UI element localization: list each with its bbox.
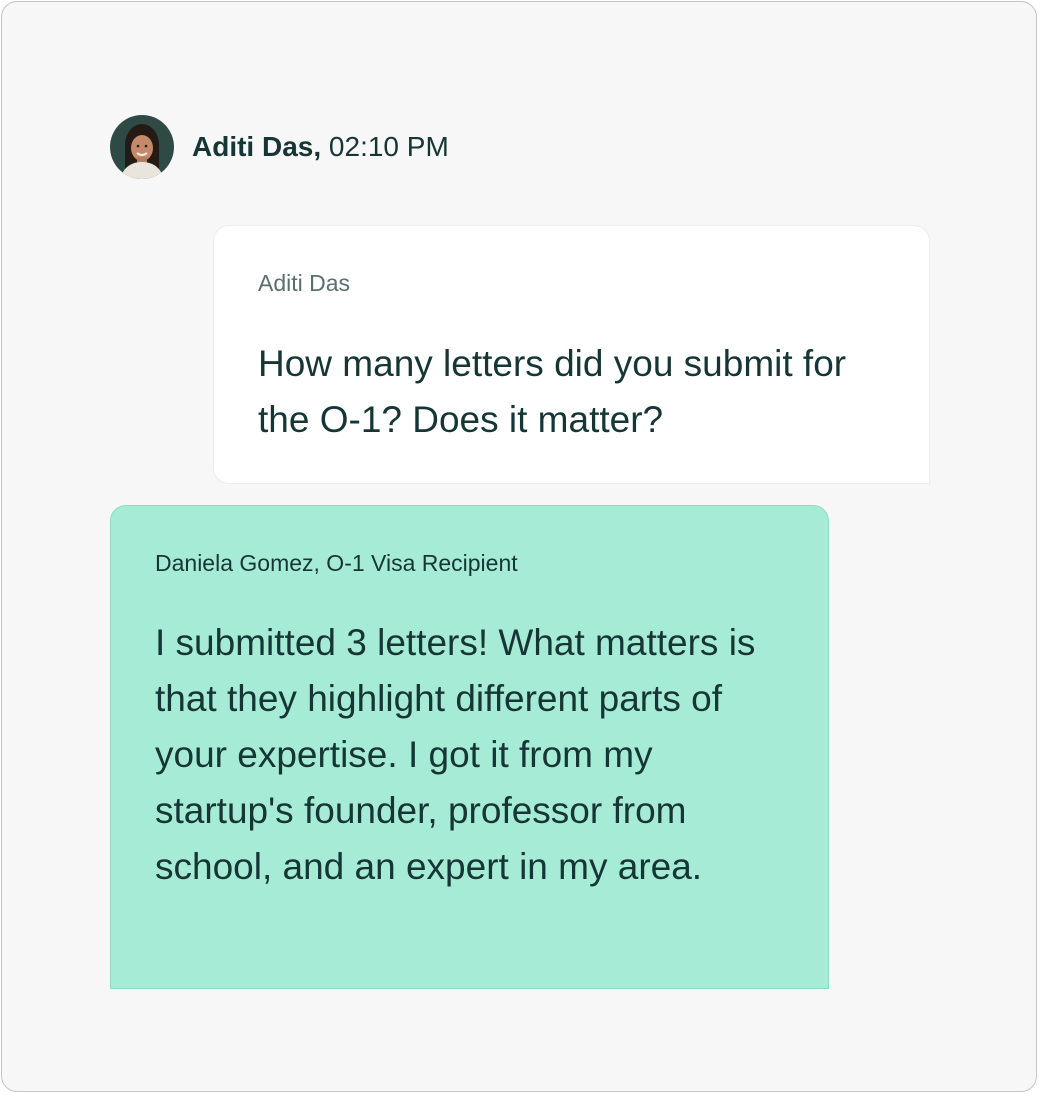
chat-card: Aditi Das, 02:10 PM Aditi Das How many l… [1, 1, 1037, 1092]
name-separator: , [313, 131, 322, 162]
message-header: Aditi Das, 02:10 PM [110, 114, 449, 180]
sender-name: Aditi Das [192, 131, 314, 162]
avatar[interactable] [110, 115, 174, 179]
answer-author: Daniela Gomez, O-1 Visa Recipient [155, 550, 518, 576]
message-meta: Aditi Das, 02:10 PM [192, 130, 449, 164]
message-timestamp: 02:10 PM [328, 131, 449, 162]
answer-text: I submitted 3 letters! What matters is t… [155, 622, 756, 887]
avatar-photo-icon [110, 115, 174, 179]
question-text: How many letters did you submit for the … [258, 343, 847, 440]
answer-bubble: Daniela Gomez, O-1 Visa Recipient I subm… [110, 505, 829, 989]
question-bubble: Aditi Das How many letters did you submi… [213, 225, 930, 484]
question-author: Aditi Das [258, 270, 351, 296]
